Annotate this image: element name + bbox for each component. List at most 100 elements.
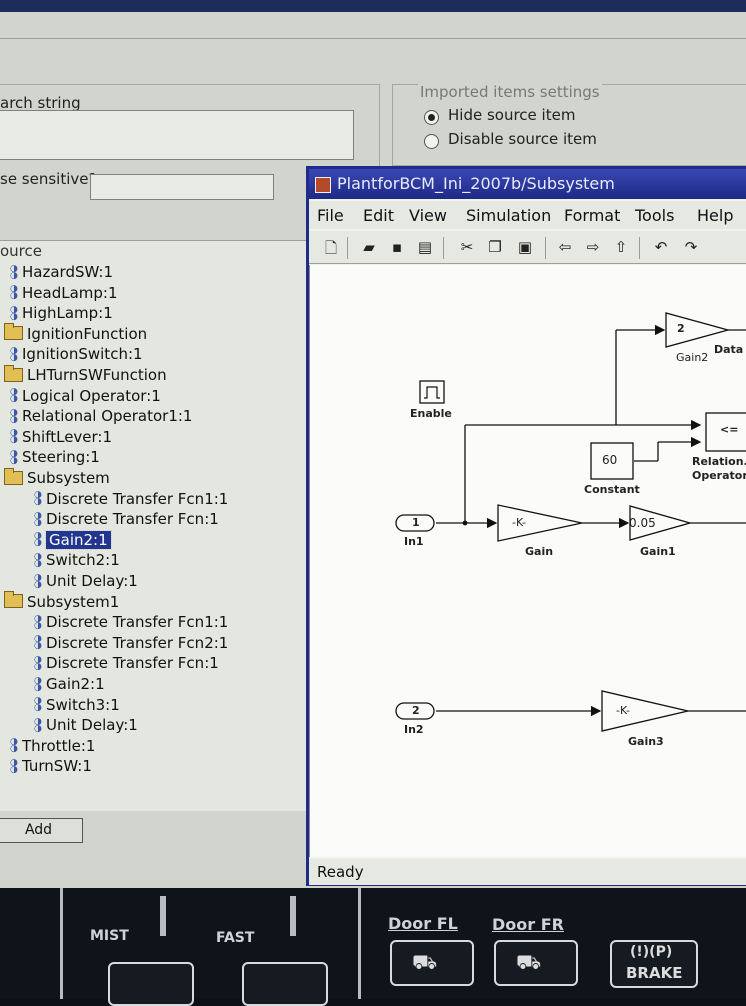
door-fr-label: Door FR [492, 915, 564, 934]
menu-help[interactable]: Help [697, 206, 733, 225]
wiper-front-button[interactable] [108, 962, 194, 1006]
tree-item-label: Gain2:1 [45, 529, 112, 550]
tree-item[interactable]: ◑ ◑ Gain2:1 [34, 674, 105, 694]
tree-item[interactable]: ◑ ◑ Unit Delay:1 [34, 715, 138, 735]
tree-item-label: Discrete Transfer Fcn:1 [46, 510, 219, 529]
brake-button[interactable]: (!)(P) BRAKE [610, 940, 698, 988]
signal-icon: ◑ ◑ [34, 531, 42, 549]
gain1-label: Gain1 [640, 545, 676, 558]
tree-item-label: HeadLamp:1 [22, 283, 118, 302]
tree-folder[interactable]: Subsystem1 [4, 591, 119, 612]
in1-label: In1 [404, 535, 424, 548]
tree-item[interactable]: ◑ ◑ Relational Operator1:1 [10, 406, 192, 426]
toolbar-separator [639, 237, 640, 259]
menu-view[interactable]: View [409, 206, 447, 225]
folder-icon [4, 591, 23, 609]
up-arrow-icon[interactable]: ⇧ [611, 238, 631, 256]
folder-icon [4, 364, 23, 382]
signal-icon: ◑ ◑ [10, 407, 18, 425]
tree-item[interactable]: ◑ ◑ Discrete Transfer Fcn1:1 [34, 489, 228, 509]
case-sensitive-label: se sensitive? [0, 170, 97, 188]
relational-value: <= [720, 423, 739, 436]
gain-label: Gain [525, 545, 554, 558]
print-icon[interactable]: ▤ [415, 238, 435, 256]
menu-bar: File Edit View Simulation Format Tools H… [309, 201, 746, 229]
menu-simulation[interactable]: Simulation [466, 206, 551, 225]
tree-item[interactable]: ◑ ◑ HeadLamp:1 [10, 283, 118, 303]
tree-item[interactable]: ◑ ◑ Discrete Transfer Fcn:1 [34, 653, 219, 673]
tree-item[interactable]: ◑ ◑ ShiftLever:1 [10, 427, 112, 447]
folder-icon [4, 467, 23, 485]
tree-item[interactable]: ◑ ◑ Gain2:1 [34, 529, 112, 550]
hide-source-label: Hide source item [448, 106, 576, 124]
tree-item-label: Discrete Transfer Fcn:1 [46, 654, 219, 673]
toolbar-separator [443, 237, 444, 259]
undo-icon[interactable]: ↶ [651, 238, 671, 256]
model-canvas[interactable]: 2 Gain2 Data Enable <= Relation. Operato… [309, 265, 746, 857]
door-fr-button[interactable]: ⛟ [494, 940, 578, 986]
signal-icon: ◑ ◑ [34, 613, 42, 631]
gain2-label: Gain2 [676, 351, 709, 364]
signal-icon: ◑ ◑ [34, 634, 42, 652]
tree-item-label: Throttle:1 [22, 736, 96, 755]
window-title: PlantforBCM_Ini_2007b/Subsystem [337, 174, 615, 193]
add-button[interactable]: Add [0, 818, 83, 843]
gain-value: -K- [512, 516, 526, 529]
case-sensitive-field[interactable] [90, 174, 274, 200]
tree-item[interactable]: ◑ ◑ Switch3:1 [34, 695, 120, 715]
tree-item[interactable]: ◑ ◑ Throttle:1 [10, 736, 95, 756]
tree-item-label: Switch3:1 [46, 695, 120, 714]
redo-icon[interactable]: ↷ [681, 238, 701, 256]
tree-item-label: HighLamp:1 [22, 304, 113, 323]
tree-item[interactable]: ◑ ◑ Steering:1 [10, 447, 100, 467]
new-icon[interactable]: 🗋 [321, 238, 341, 263]
tree-item[interactable]: ◑ ◑ Discrete Transfer Fcn:1 [34, 509, 219, 529]
signal-icon: ◑ ◑ [34, 675, 42, 693]
window-titlebar[interactable]: PlantforBCM_Ini_2007b/Subsystem [309, 169, 746, 199]
tree-folder[interactable]: IgnitionFunction [4, 323, 148, 344]
tree-item[interactable]: ◑ ◑ Unit Delay:1 [34, 571, 138, 591]
tree-item-label: IgnitionFunction [27, 324, 148, 343]
copy-icon[interactable]: ❐ [485, 238, 505, 256]
in1-value: 1 [412, 516, 420, 529]
forward-arrow-icon[interactable]: ⇨ [583, 238, 603, 256]
menu-format[interactable]: Format [564, 206, 620, 225]
wiper-rear-button[interactable] [242, 962, 328, 1006]
disable-source-radio[interactable] [424, 134, 439, 149]
search-string-input[interactable] [0, 110, 354, 160]
hide-source-radio[interactable] [424, 110, 439, 125]
tree-item[interactable]: ◑ ◑ Discrete Transfer Fcn2:1 [34, 633, 228, 653]
panel-divider [60, 888, 63, 999]
tree-item-label: Discrete Transfer Fcn1:1 [46, 613, 229, 632]
gain3-block [601, 690, 689, 732]
tree-folder[interactable]: Subsystem [4, 467, 110, 488]
model-icon [315, 176, 331, 193]
enable-label: Enable [410, 407, 452, 420]
door-fl-button[interactable]: ⛟ [390, 940, 474, 986]
tree-item[interactable]: ◑ ◑ IgnitionSwitch:1 [10, 344, 143, 364]
open-icon[interactable]: ▰ [359, 238, 379, 256]
tree-item[interactable]: ◑ ◑ HazardSW:1 [10, 262, 113, 282]
tree-item[interactable]: ◑ ◑ HighLamp:1 [10, 303, 113, 323]
menu-tools[interactable]: Tools [635, 206, 674, 225]
save-icon[interactable]: ▪ [387, 238, 407, 256]
menu-edit[interactable]: Edit [363, 206, 394, 225]
constant-label: Constant [584, 483, 640, 496]
signal-icon: ◑ ◑ [34, 716, 42, 734]
paste-icon[interactable]: ▣ [515, 238, 535, 256]
tree-item-label: ShiftLever:1 [22, 427, 113, 446]
tree-item[interactable]: ◑ ◑ TurnSW:1 [10, 756, 92, 776]
menu-file[interactable]: File [317, 206, 344, 225]
tree-item-label: Logical Operator:1 [22, 386, 161, 405]
tree-item[interactable]: ◑ ◑ Logical Operator:1 [10, 386, 161, 406]
data-label: Data [714, 343, 744, 356]
signal-icon: ◑ ◑ [34, 551, 42, 569]
signal-icon: ◑ ◑ [34, 510, 42, 528]
tree-folder[interactable]: LHTurnSWFunction [4, 364, 167, 385]
tree-item[interactable]: ◑ ◑ Switch2:1 [34, 550, 120, 570]
back-arrow-icon[interactable]: ⇦ [555, 238, 575, 256]
imported-settings-label: Imported items settings [418, 83, 602, 101]
signal-icon: ◑ ◑ [10, 387, 18, 405]
tree-item[interactable]: ◑ ◑ Discrete Transfer Fcn1:1 [34, 612, 228, 632]
cut-icon[interactable]: ✂ [457, 238, 477, 256]
